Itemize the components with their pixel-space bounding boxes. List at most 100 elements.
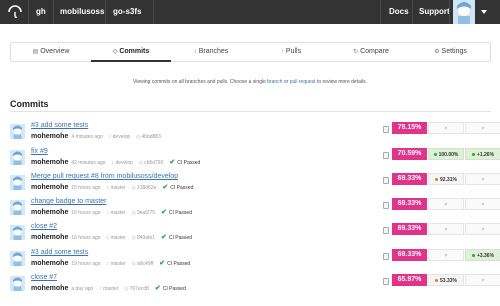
breadcrumb-owner[interactable]: mobilusoss [60, 0, 104, 24]
coverage-badge[interactable]: 69.33% [392, 249, 427, 261]
tab-pulls[interactable]: ↑ Pulls [251, 43, 331, 61]
commit-author[interactable]: mohemohe [31, 234, 68, 241]
coverage-diff-cell[interactable]: +1.26% [465, 148, 500, 160]
coverage-diff-cell[interactable]: 100.00% [428, 148, 464, 160]
commit-branch[interactable]: develop [113, 134, 131, 140]
commit-sha[interactable]: 138d62e [137, 185, 156, 191]
commit-row[interactable]: #3 add some tests mohemohe 19 hours ago ↕ m… [10, 249, 500, 273]
commit-meta: mohemohe 15 hours ago ↕ master ◇ 138d62e ✔ CI… [31, 183, 193, 193]
commit-message-link[interactable]: close #2 [31, 223, 57, 230]
branch-link[interactable]: branch [267, 79, 282, 85]
docs-link[interactable]: Docs [389, 0, 409, 24]
commit-author[interactable]: mohemohe [31, 285, 68, 292]
avatar[interactable] [10, 150, 25, 165]
support-link[interactable]: Support [419, 0, 450, 24]
commit-message-link[interactable]: Merge pull request #8 from mobilusoss/de… [31, 173, 178, 180]
coverage-diff-cell[interactable]: ≠ [428, 249, 464, 261]
coverage-diff-cell[interactable]: ≠ [428, 198, 464, 210]
repo-tabs: ▤ Overview ◇ Commits ↕ Branches ↑ Pulls ↻ Com… [10, 42, 491, 62]
commit-author[interactable]: mohemohe [31, 184, 68, 191]
commit-sha[interactable]: 9eaf275 [137, 210, 155, 216]
copy-icon[interactable] [383, 278, 389, 285]
coverage-diff-cell[interactable]: ≠ [428, 223, 464, 235]
commit-message-link[interactable]: change badge to master [31, 198, 107, 205]
commit-branch[interactable]: master [110, 261, 125, 267]
commit-message-link[interactable]: #3 add some tests [31, 249, 88, 256]
commit-author[interactable]: mohemohe [31, 133, 68, 140]
coverage-diff-cell[interactable]: 53.33% [428, 274, 464, 286]
commit-sha[interactable]: 849afe1 [137, 235, 155, 241]
tab-branches[interactable]: ↕ Branches [171, 43, 251, 61]
breadcrumb-provider[interactable]: gh [36, 0, 46, 24]
commit-author[interactable]: mohemohe [31, 209, 68, 216]
check-icon: ✔ [161, 234, 167, 241]
status-dot-icon [471, 254, 475, 258]
tab-label: Overview [40, 48, 70, 55]
tab-compare[interactable]: ↻ Compare [331, 43, 411, 61]
user-avatar[interactable] [453, 0, 475, 24]
copy-icon[interactable] [383, 152, 389, 159]
commit-sha[interactable]: 707ecd8 [130, 286, 149, 292]
pull-request-icon: ↑ [280, 49, 284, 55]
ci-status: CI Passed [168, 210, 192, 216]
commit-message-link[interactable]: #3 add some tests [31, 122, 88, 129]
divider [153, 0, 154, 24]
check-icon: ✔ [154, 285, 161, 292]
coverage-diff-cell[interactable]: ≠ [465, 122, 500, 134]
commit-time: 16 hours ago [71, 210, 101, 216]
coverage-badge[interactable]: 69.33% [392, 173, 427, 185]
tab-commits[interactable]: ◇ Commits [91, 43, 171, 62]
avatar[interactable] [10, 175, 25, 190]
commit-author[interactable]: mohemohe [31, 260, 68, 267]
coverage-diff-cell[interactable]: 92.31% [428, 173, 464, 185]
breadcrumb-repo[interactable]: go-s3fs [113, 0, 141, 24]
commit-row[interactable]: Merge pull request #8 from mobilusoss/de… [10, 173, 500, 197]
copy-icon[interactable] [383, 253, 389, 260]
chevron-down-icon[interactable] [481, 10, 487, 14]
avatar[interactable] [10, 251, 25, 266]
coverage-diff-cell[interactable]: ≠ [428, 122, 464, 134]
commit-author[interactable]: mohemohe [31, 159, 68, 166]
commit-branch[interactable]: master [110, 185, 125, 191]
pull-request-link[interactable]: pull request [290, 79, 316, 85]
coverage-badge[interactable]: 70.59% [392, 148, 427, 160]
coverage-diff-cell[interactable]: ≠ [465, 274, 500, 286]
coverage-badge[interactable]: 78.15% [392, 122, 427, 134]
tab-settings[interactable]: ⚙ Settings [411, 43, 490, 61]
commit-branch[interactable]: master [103, 286, 118, 292]
commit-sha[interactable]: cb5d790 [144, 160, 163, 166]
umbrella-logo-icon[interactable] [7, 3, 23, 19]
copy-icon[interactable] [383, 202, 389, 209]
coverage-badge[interactable]: 69.33% [392, 223, 427, 235]
coverage-diff-cell[interactable]: ≠ [465, 198, 500, 210]
copy-icon[interactable] [383, 227, 389, 234]
avatar[interactable] [10, 200, 25, 215]
commit-row[interactable]: close #7 mohemohe a day ago ↕ master ◇ 707ec… [10, 274, 500, 298]
commit-icon: ◇ [124, 286, 130, 292]
coverage-diff-cell[interactable]: ≠ [465, 173, 500, 185]
avatar[interactable] [10, 124, 25, 139]
commit-message-link[interactable]: close #7 [31, 274, 57, 281]
commit-sha[interactable]: a9c49ff [137, 261, 153, 267]
commit-branch[interactable]: master [110, 210, 125, 216]
commit-row[interactable]: #3 add some tests mohemohe 4 minutes ago ↕ … [10, 122, 500, 146]
commit-branch[interactable]: master [110, 235, 125, 241]
commit-message-link[interactable]: fix #9 [31, 148, 48, 155]
commit-row[interactable]: fix #9 mohemohe 42 minutes ago ↕ develop ◇ c… [10, 148, 500, 172]
divider [412, 0, 413, 24]
tab-overview[interactable]: ▤ Overview [11, 43, 91, 61]
copy-icon[interactable] [383, 177, 389, 184]
coverage-diff-cell[interactable]: ≠ [465, 223, 500, 235]
avatar[interactable] [10, 276, 25, 291]
divider [105, 0, 106, 24]
avatar[interactable] [10, 225, 25, 240]
coverage-diff-cell[interactable]: +3.36% [465, 249, 500, 261]
commit-row[interactable]: change badge to master mohemohe 16 hours a… [10, 198, 500, 222]
coverage-badge[interactable]: 65.97% [392, 274, 427, 286]
commit-branch[interactable]: develop [115, 160, 133, 166]
copy-icon[interactable] [383, 126, 389, 133]
top-navbar: gh mobilusoss go-s3fs Docs Support [0, 0, 500, 24]
coverage-badge[interactable]: 69.33% [392, 198, 427, 210]
commit-sha[interactable]: 4bbd883 [141, 134, 160, 140]
commit-row[interactable]: close #2 mohemohe 16 hours ago ↕ master ◇ 84… [10, 223, 500, 247]
